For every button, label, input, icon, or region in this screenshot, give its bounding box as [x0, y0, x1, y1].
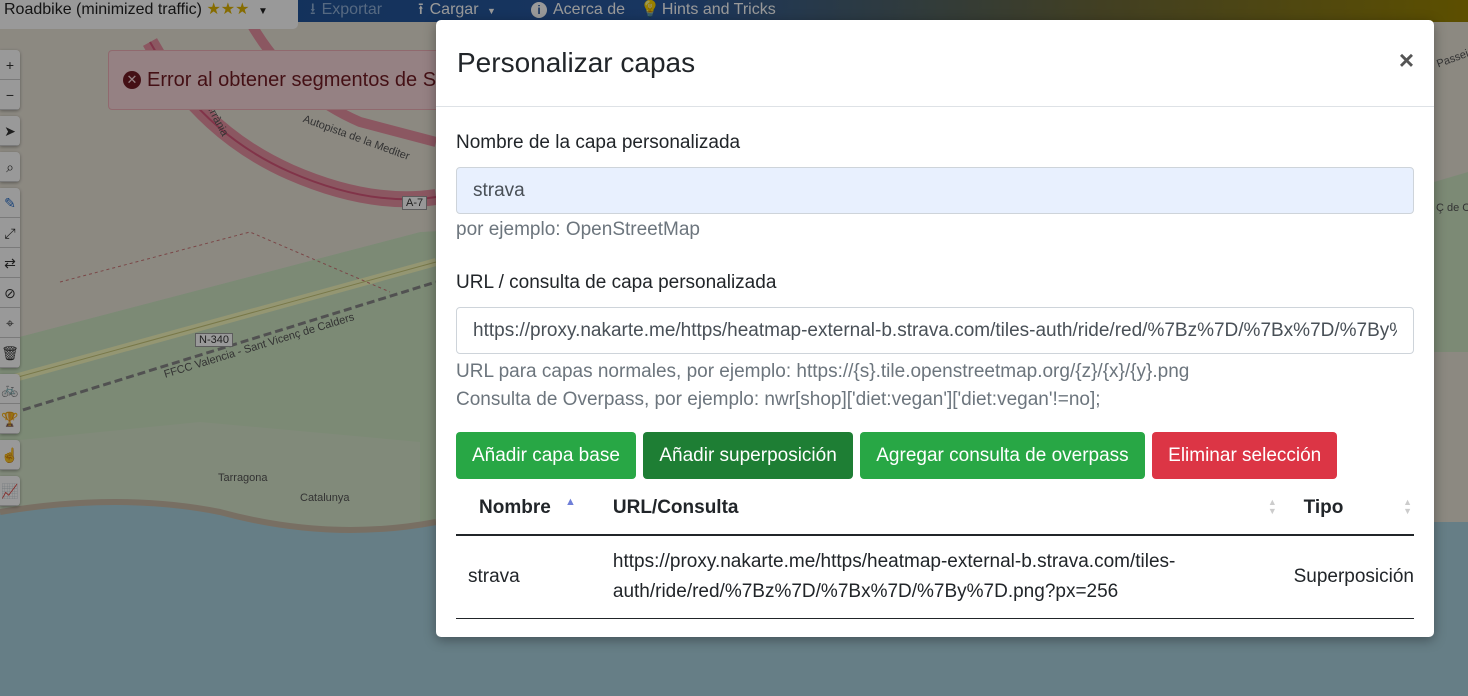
- sort-icon: ▲ ▼: [1403, 497, 1412, 516]
- sort-ascending-icon: ▲: [565, 496, 576, 508]
- modal-title: Personalizar capas: [457, 47, 696, 78]
- layer-url-line: auth/ride/red/%7Bz%7D/%7Bx%7D/%7By%7D.pn…: [612, 581, 1119, 602]
- layer-url-input[interactable]: [456, 307, 1414, 354]
- add-base-layer-button[interactable]: Añadir capa base: [456, 432, 636, 479]
- modal-header: Personalizar capas ×: [436, 20, 1434, 107]
- custom-layers-table: Nombre ▲ URL/Consulta ▲ ▼ Tipo ▲ ▼ strava: [456, 482, 1414, 619]
- column-header-type-label: Tipo: [1303, 497, 1344, 518]
- close-icon[interactable]: ×: [1399, 45, 1414, 76]
- column-header-type[interactable]: Tipo ▲ ▼: [1293, 482, 1414, 536]
- column-header-name-label: Nombre: [479, 497, 551, 518]
- add-overpass-query-button[interactable]: Agregar consulta de overpass: [860, 432, 1145, 479]
- action-buttons: Añadir capa base Añadir superposición Ag…: [456, 432, 1340, 479]
- column-header-name[interactable]: Nombre ▲: [456, 482, 613, 536]
- layer-url-label: URL / consulta de capa personalizada: [456, 272, 777, 293]
- layer-type-cell: Superposición: [1293, 535, 1414, 619]
- layer-name-input[interactable]: [456, 167, 1414, 214]
- layer-url-help-tiles: URL para capas normales, por ejemplo: ht…: [456, 361, 1190, 382]
- delete-selection-button[interactable]: Eliminar selección: [1152, 432, 1338, 479]
- layer-name-label: Nombre de la capa personalizada: [456, 132, 741, 153]
- column-header-url-label: URL/Consulta: [612, 497, 739, 518]
- table-row[interactable]: strava https://proxy.nakarte.me/https/he…: [456, 535, 1414, 619]
- layer-url-help-overpass: Consulta de Overpass, por ejemplo: nwr[s…: [456, 389, 1101, 410]
- layer-url-line: https://proxy.nakarte.me/https/heatmap-e…: [612, 551, 1176, 572]
- sort-icon: ▲ ▼: [1267, 497, 1277, 516]
- add-overlay-button[interactable]: Añadir superposición: [643, 432, 853, 479]
- modal-body: Nombre de la capa personalizada por ejem…: [456, 128, 1414, 619]
- layer-url-cell: https://proxy.nakarte.me/https/heatmap-e…: [612, 535, 1294, 619]
- custom-layers-dialog: Personalizar capas × Nombre de la capa p…: [436, 20, 1434, 637]
- layer-name-help: por ejemplo: OpenStreetMap: [456, 219, 700, 240]
- layer-name-cell: strava: [456, 535, 613, 619]
- column-header-url[interactable]: URL/Consulta ▲ ▼: [612, 482, 1294, 536]
